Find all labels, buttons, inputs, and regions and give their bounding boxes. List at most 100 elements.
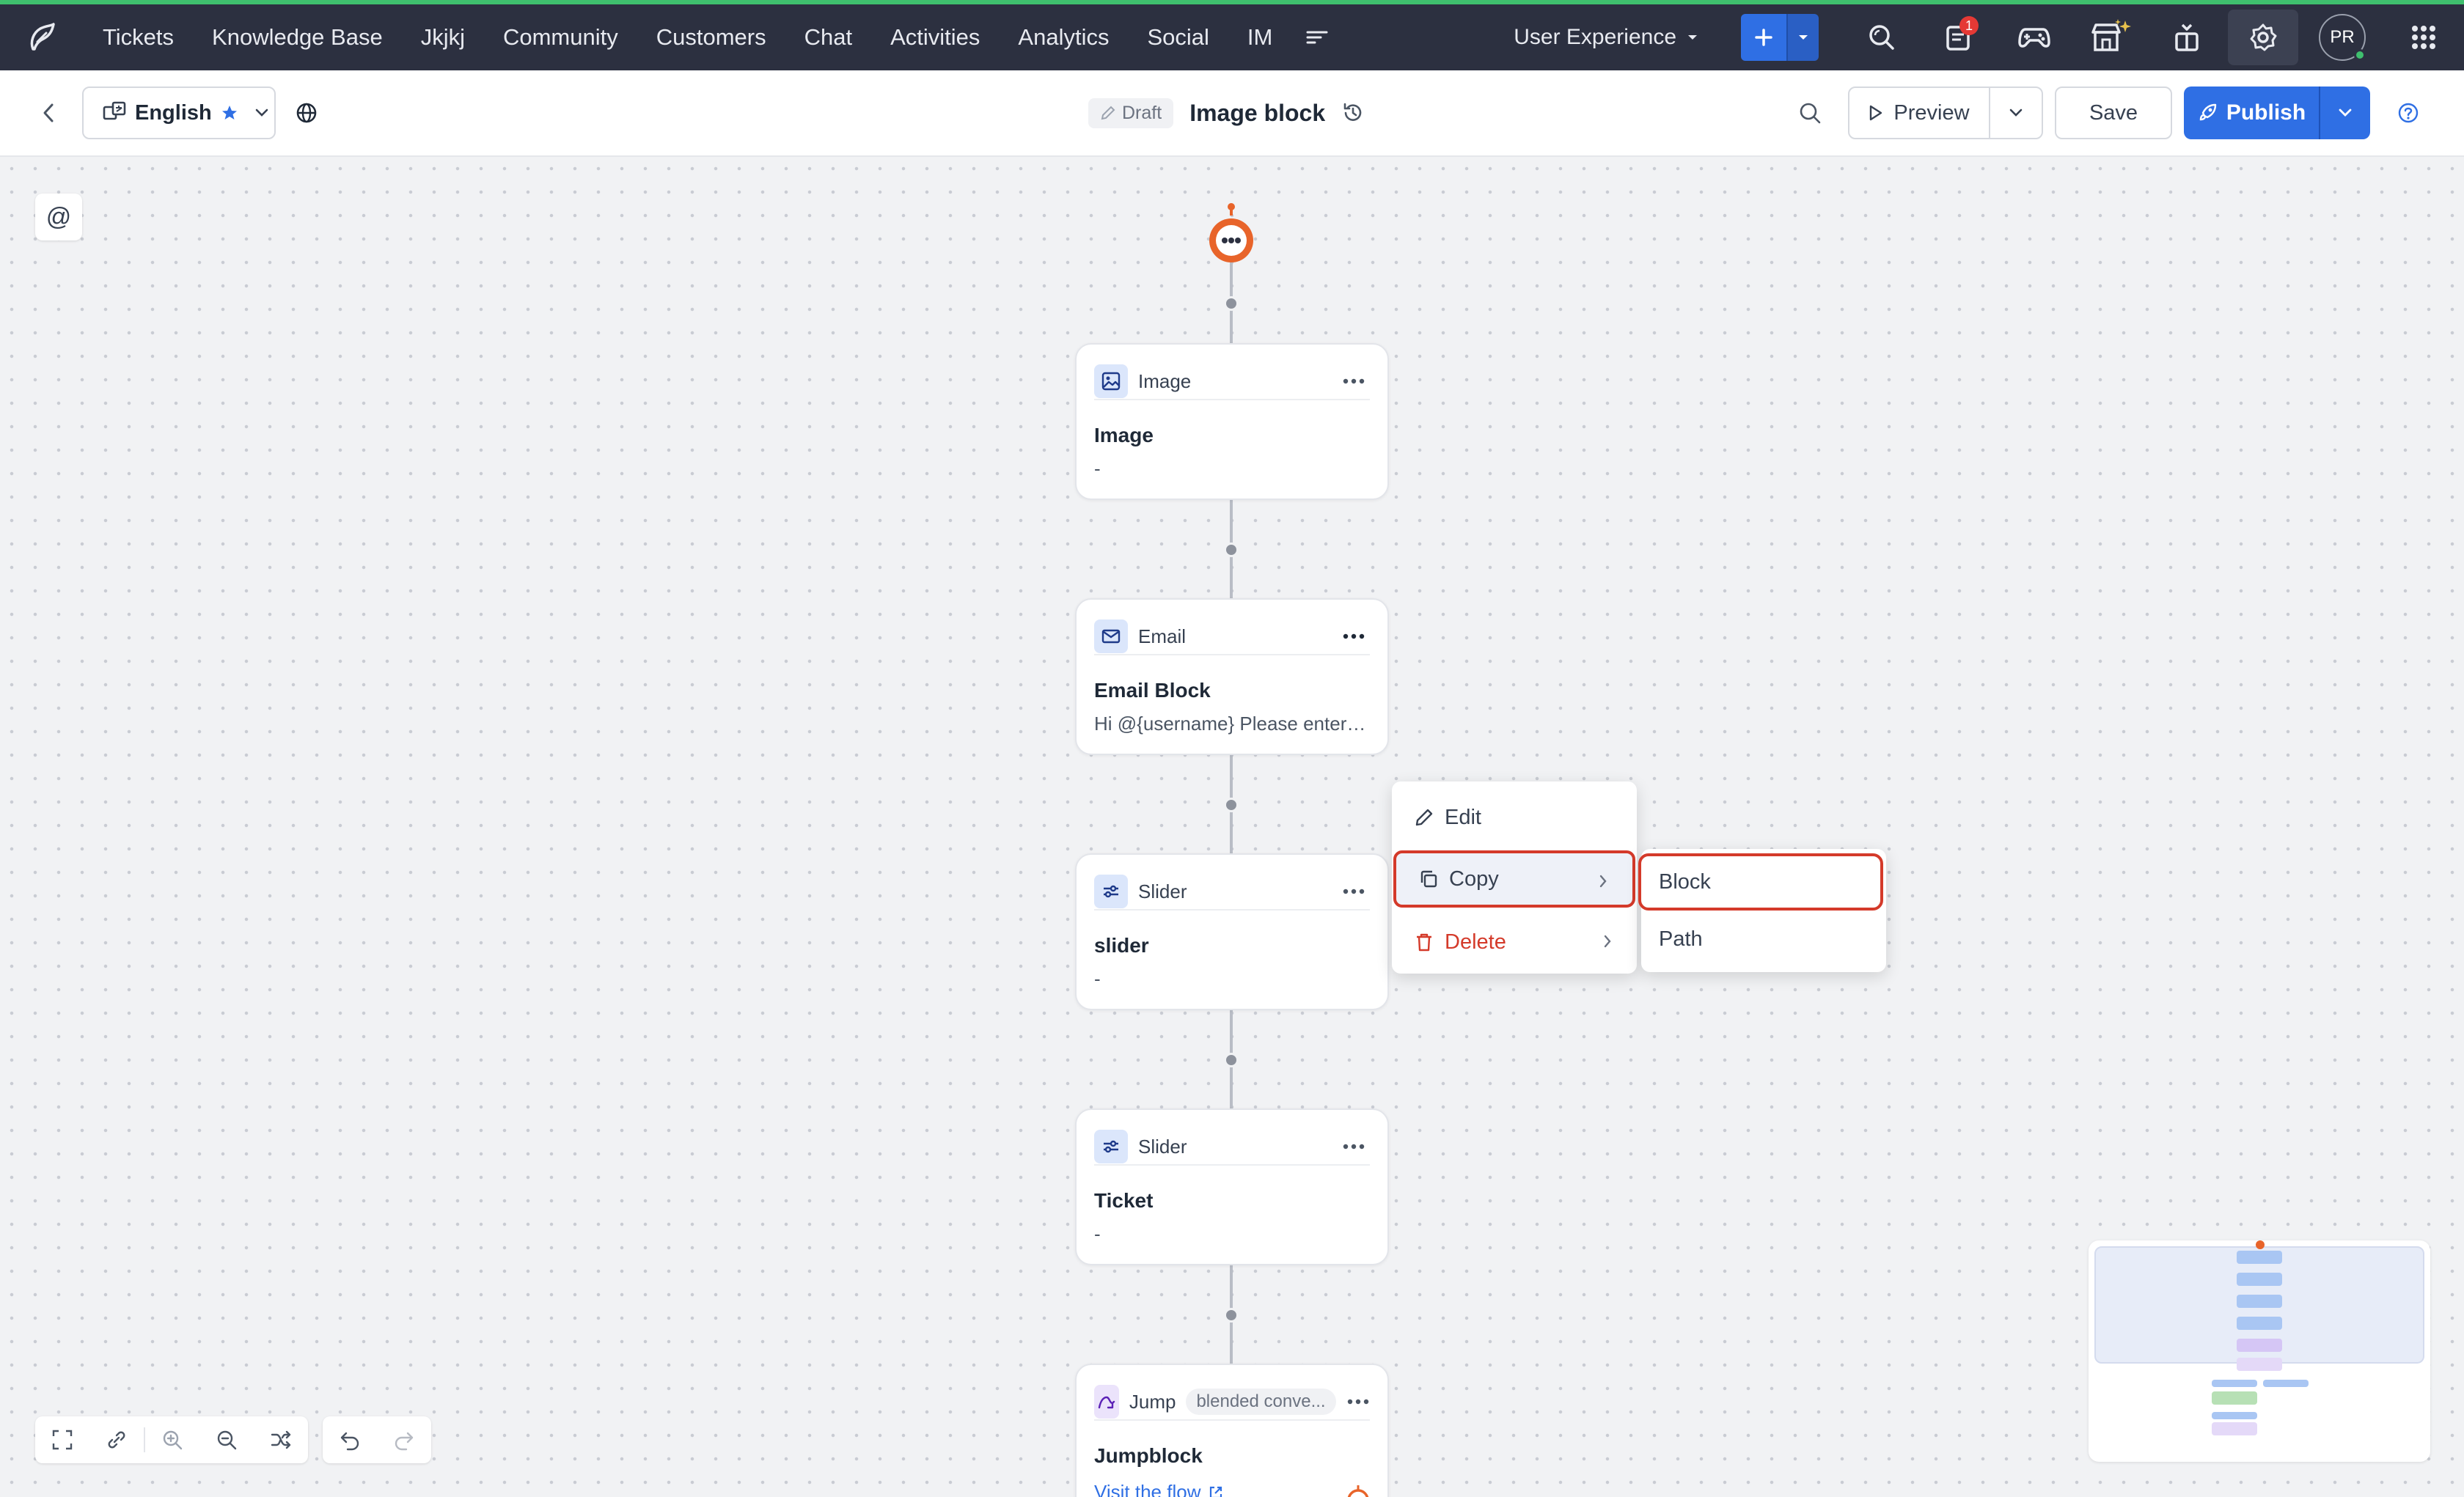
bot-mini-icon bbox=[1347, 1485, 1369, 1497]
email-icon bbox=[1094, 619, 1128, 653]
flow-block-slider[interactable]: Slider Ticket - bbox=[1075, 1108, 1389, 1265]
visit-flow-link[interactable]: Visit the flow bbox=[1094, 1481, 1224, 1497]
apps-box-icon[interactable] bbox=[2149, 4, 2225, 70]
search-icon[interactable] bbox=[1795, 98, 1825, 128]
nav-analytics[interactable]: Analytics bbox=[999, 4, 1128, 70]
more-options-icon[interactable] bbox=[1338, 889, 1370, 894]
top-navigation: Tickets Knowledge Base Jkjkj Community C… bbox=[0, 0, 2464, 70]
menu-item-edit[interactable]: Edit bbox=[1392, 789, 1637, 846]
nav-activities[interactable]: Activities bbox=[871, 4, 999, 70]
undo-icon[interactable] bbox=[323, 1416, 377, 1463]
department-label: User Experience bbox=[1514, 25, 1676, 49]
publish-label: Publish bbox=[2226, 100, 2306, 125]
block-type: Image bbox=[1138, 369, 1192, 392]
notifications-icon[interactable]: 1 bbox=[1920, 4, 1996, 70]
pencil-icon bbox=[1101, 106, 1115, 120]
help-icon[interactable] bbox=[2394, 98, 2423, 128]
gamepad-icon[interactable] bbox=[1996, 4, 2072, 70]
connector-node[interactable] bbox=[1224, 542, 1239, 557]
flow-block-jump[interactable]: Jump blended conve... Jumpblock Visit th… bbox=[1075, 1364, 1389, 1497]
history-icon[interactable] bbox=[1341, 101, 1365, 125]
nav-tickets[interactable]: Tickets bbox=[84, 4, 193, 70]
preview-label: Preview bbox=[1893, 100, 1970, 125]
preview-options-chevron-icon[interactable] bbox=[1990, 88, 2042, 138]
avatar-initials: PR bbox=[2330, 27, 2355, 47]
globe-icon[interactable] bbox=[292, 98, 321, 128]
minimap-node bbox=[2237, 1339, 2282, 1352]
nav-community[interactable]: Community bbox=[484, 4, 637, 70]
shuffle-icon[interactable] bbox=[254, 1416, 308, 1463]
chevron-down-icon[interactable] bbox=[1786, 14, 1819, 61]
redo-icon[interactable] bbox=[377, 1416, 431, 1463]
minimap-node bbox=[2237, 1317, 2282, 1330]
nav-chat[interactable]: Chat bbox=[785, 4, 871, 70]
block-description: - bbox=[1094, 968, 1101, 990]
menu-item-delete[interactable]: Delete bbox=[1392, 913, 1637, 971]
play-icon bbox=[1870, 105, 1882, 121]
app-logo-icon[interactable] bbox=[0, 4, 84, 70]
block-type: Email bbox=[1138, 625, 1187, 647]
preview-button[interactable]: Preview bbox=[1849, 88, 1990, 138]
publish-button-group: Publish bbox=[2184, 87, 2370, 139]
connector-node[interactable] bbox=[1224, 1308, 1239, 1323]
add-new-button[interactable] bbox=[1741, 14, 1819, 61]
connector-node[interactable] bbox=[1224, 1053, 1239, 1067]
nav-jkjkj[interactable]: Jkjkj bbox=[402, 4, 484, 70]
plus-icon[interactable] bbox=[1741, 14, 1786, 61]
nav-social[interactable]: Social bbox=[1128, 4, 1228, 70]
block-name: Email Block bbox=[1094, 679, 1211, 702]
block-description: - bbox=[1094, 457, 1101, 479]
minimap-node bbox=[2212, 1380, 2257, 1387]
more-options-icon[interactable] bbox=[1346, 1399, 1370, 1405]
bot-start-icon[interactable] bbox=[1206, 202, 1257, 268]
preview-button-group: Preview bbox=[1848, 87, 2043, 139]
mention-button[interactable]: @ bbox=[35, 194, 82, 240]
search-icon[interactable] bbox=[1844, 4, 1920, 70]
notification-badge: 1 bbox=[1959, 16, 1979, 35]
menu-item-label: Delete bbox=[1445, 930, 1506, 954]
link-icon[interactable] bbox=[89, 1416, 144, 1463]
link-label: Visit the flow bbox=[1094, 1481, 1201, 1497]
publish-button[interactable]: Publish bbox=[2184, 87, 2319, 139]
flow-block-email[interactable]: Email Email Block Hi @{username} Please … bbox=[1075, 598, 1389, 755]
more-options-icon[interactable] bbox=[1338, 1144, 1370, 1150]
publish-options-chevron-icon[interactable] bbox=[2319, 87, 2370, 139]
zoom-in-icon[interactable] bbox=[145, 1416, 199, 1463]
submenu-item-path[interactable]: Path bbox=[1641, 911, 1886, 968]
draft-label: Draft bbox=[1122, 102, 1162, 123]
more-menu-icon[interactable] bbox=[1291, 4, 1343, 70]
block-type: Slider bbox=[1138, 1135, 1187, 1158]
zoom-out-icon[interactable] bbox=[199, 1416, 254, 1463]
language-selector[interactable]: English bbox=[82, 87, 276, 139]
settings-gear-icon[interactable] bbox=[2228, 10, 2298, 65]
menu-item-copy[interactable]: Copy bbox=[1393, 850, 1635, 908]
block-name: Image bbox=[1094, 424, 1154, 446]
more-options-icon[interactable] bbox=[1338, 378, 1370, 384]
user-avatar[interactable]: PR bbox=[2319, 14, 2366, 61]
flow-canvas[interactable]: @ Image Image - Email Email Block Hi @{u… bbox=[0, 157, 2464, 1497]
app-grid-icon[interactable] bbox=[2383, 4, 2464, 70]
marketplace-icon[interactable] bbox=[2072, 4, 2149, 70]
back-arrow-icon[interactable] bbox=[34, 98, 63, 128]
connector-node[interactable] bbox=[1224, 296, 1239, 311]
slider-icon bbox=[1094, 875, 1128, 908]
connector-node[interactable] bbox=[1224, 798, 1239, 812]
department-selector[interactable]: User Experience bbox=[1514, 25, 1698, 50]
submenu-item-block[interactable]: Block bbox=[1638, 853, 1883, 911]
minimap-node bbox=[2212, 1412, 2257, 1419]
nav-knowledge-base[interactable]: Knowledge Base bbox=[193, 4, 402, 70]
block-header: Slider bbox=[1094, 874, 1370, 911]
nav-im[interactable]: IM bbox=[1228, 4, 1291, 70]
block-header: Image bbox=[1094, 364, 1370, 400]
copy-icon bbox=[1420, 870, 1437, 888]
flow-block-slider[interactable]: Slider slider - bbox=[1075, 853, 1389, 1010]
history-tools bbox=[323, 1416, 431, 1463]
more-options-icon[interactable] bbox=[1338, 633, 1370, 639]
flow-block-image[interactable]: Image Image - bbox=[1075, 343, 1389, 500]
nav-customers[interactable]: Customers bbox=[637, 4, 785, 70]
save-button[interactable]: Save bbox=[2055, 87, 2172, 139]
fit-screen-icon[interactable] bbox=[35, 1416, 89, 1463]
chevron-down-icon bbox=[1688, 35, 1697, 40]
jump-icon bbox=[1094, 1385, 1119, 1419]
canvas-minimap[interactable] bbox=[2089, 1240, 2430, 1462]
